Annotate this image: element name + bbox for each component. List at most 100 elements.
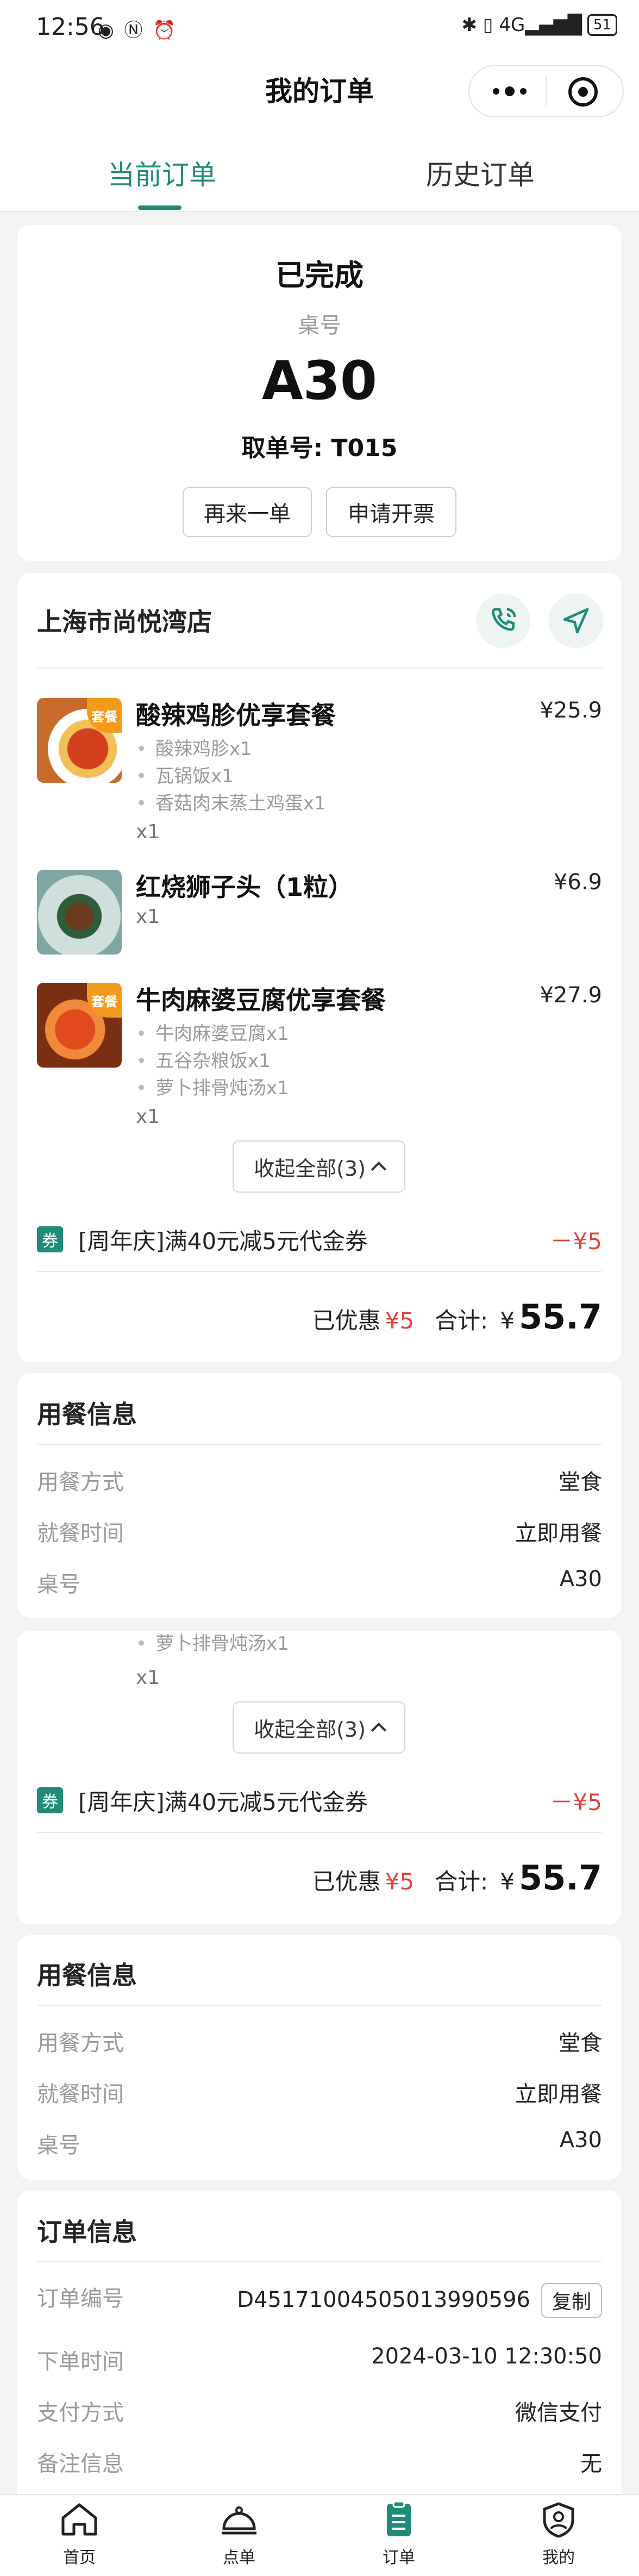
collapse-label: 收起全部(3) (254, 1156, 366, 1181)
dining-time-label: 就餐时间 (37, 2082, 124, 2107)
item-name: 牛肉麻婆豆腐优享套餐 (136, 986, 386, 1015)
dining-time-value: 立即用餐 (515, 1521, 602, 1546)
chevron-up-icon (371, 1722, 387, 1738)
order-number-label: 订单编号 (37, 2286, 124, 2311)
currency-symbol: ¥ (500, 1307, 515, 1334)
reorder-button[interactable]: 再来一单 (183, 487, 312, 537)
collapse-all-button[interactable]: 收起全部(3) (233, 1140, 405, 1193)
call-store-button[interactable] (476, 594, 530, 648)
item-image[interactable]: 套餐 (37, 983, 122, 1068)
active-tab-indicator (138, 205, 181, 210)
item-name: 红烧狮子头（1粒） (136, 872, 354, 902)
cloche-icon (222, 2506, 256, 2535)
coupon-icon: 券 (37, 1226, 63, 1252)
dining-info-title: 用餐信息 (37, 1961, 137, 1990)
dining-info-title: 用餐信息 (37, 1400, 137, 1429)
user-icon (543, 2502, 574, 2538)
dining-time-label: 就餐时间 (37, 1521, 124, 1546)
sub-item: 香菇肉末蒸土鸡蛋x1 (136, 788, 326, 815)
collapse-all-button[interactable]: 收起全部(3) (233, 1701, 405, 1754)
item-price: ¥25.9 (540, 698, 602, 723)
coupon-icon: 券 (37, 1787, 63, 1813)
table-label: 桌号 (37, 1572, 80, 1597)
tab-history-orders[interactable]: 历史订单 (426, 153, 535, 192)
item-name: 酸辣鸡胗优享套餐 (136, 701, 336, 730)
coupon-amount: －¥5 (550, 1228, 602, 1255)
dining-method-value: 堂食 (559, 2031, 602, 2056)
divider (37, 1832, 602, 1833)
currency-symbol: ¥ (500, 1868, 515, 1895)
dining-time-value: 立即用餐 (515, 2082, 602, 2107)
remark-label: 备注信息 (37, 2452, 124, 2477)
total-label: 合计: (435, 1868, 488, 1895)
invoice-button[interactable]: 申请开票 (326, 487, 456, 537)
status-icons-left: ◉ Ⓝ ⏰ (98, 20, 178, 41)
item-quantity: x1 (136, 821, 160, 843)
coupon-name: [周年庆]满40元减5元代金券 (78, 1789, 368, 1816)
sub-item: 萝卜排骨炖汤x1 (136, 1073, 289, 1100)
navigate-store-button[interactable] (549, 594, 603, 648)
close-miniprogram-icon[interactable] (568, 77, 598, 107)
order-time-value: 2024-03-10 12:30:50 (371, 2344, 602, 2369)
dining-method-value: 堂食 (559, 1470, 602, 1495)
dining-method-label: 用餐方式 (37, 1470, 124, 1495)
item-price: ¥6.9 (553, 870, 602, 895)
total-amount: 55.7 (519, 1858, 602, 1898)
table-value: A30 (559, 2128, 602, 2153)
total-amount: 55.7 (519, 1297, 602, 1337)
bottom-tab-label: 我的 (542, 2548, 575, 2567)
discount-amount: ¥5 (385, 1868, 415, 1895)
table-number: A30 (261, 350, 378, 412)
table-value: A30 (559, 1567, 602, 1592)
navigation-arrow-icon (563, 608, 589, 634)
sub-item: 酸辣鸡胗x1 (136, 734, 252, 760)
sub-item: 瓦锅饭x1 (136, 761, 234, 788)
item-quantity: x1 (136, 1667, 160, 1689)
chevron-up-icon (371, 1161, 387, 1177)
order-list-icon (387, 2500, 411, 2536)
bottom-tab-label: 订单 (383, 2548, 415, 2567)
bottom-tab-profile[interactable]: 我的 (510, 2500, 607, 2568)
order-tabs (0, 130, 639, 212)
capsule-divider (546, 76, 547, 105)
combo-badge: 套餐 (87, 698, 122, 733)
item-image[interactable] (37, 870, 122, 955)
collapse-label: 收起全部(3) (254, 1717, 366, 1742)
discount-label: 已优惠 (312, 1307, 381, 1334)
store-name: 上海市尚悦湾店 (37, 607, 212, 637)
table-label: 桌号 (37, 2133, 80, 2158)
bottom-tab-label: 首页 (63, 2548, 96, 2567)
signal-icons: ✱ ▯ 4G▂▄▆█ (461, 14, 582, 36)
order-status: 已完成 (275, 258, 364, 292)
order-info-title: 订单信息 (37, 2217, 137, 2247)
total-label: 合计: (435, 1307, 488, 1334)
home-icon (61, 2503, 97, 2536)
tab-current-orders[interactable]: 当前订单 (108, 153, 216, 192)
bottom-tab-home[interactable]: 首页 (30, 2500, 128, 2568)
discount-amount: ¥5 (385, 1307, 415, 1334)
item-quantity: x1 (136, 906, 160, 928)
divider (37, 1271, 602, 1272)
payment-method-value: 微信支付 (515, 2400, 602, 2425)
divider (37, 1444, 602, 1445)
item-image[interactable]: 套餐 (37, 698, 122, 783)
phone-icon (491, 608, 516, 631)
dining-method-label: 用餐方式 (37, 2031, 124, 2056)
divider (37, 668, 602, 669)
sub-item: 五谷杂粮饭x1 (136, 1046, 271, 1072)
discount-label: 已优惠 (312, 1868, 381, 1895)
battery-icon: 51 (587, 14, 617, 36)
status-icons-right: ✱ ▯ 4G▂▄▆█ 51 (462, 14, 617, 36)
coupon-name: [周年庆]满40元减5元代金券 (78, 1228, 368, 1255)
bottom-tab-orders[interactable]: 订单 (350, 2500, 448, 2568)
divider (37, 2261, 602, 2262)
divider (37, 2005, 602, 2006)
more-icon[interactable] (484, 70, 536, 113)
pickup-number: 取单号: T015 (241, 434, 398, 462)
order-number-value: D45171004505013990596 (237, 2287, 530, 2312)
item-price: ¥27.9 (540, 983, 602, 1008)
copy-order-number-button[interactable]: 复制 (541, 2283, 602, 2318)
bottom-tab-order-food[interactable]: 点单 (190, 2500, 288, 2568)
combo-badge: 套餐 (87, 983, 122, 1018)
order-summary: 已优惠 ¥5 合计: ¥ 55.7 (312, 1297, 602, 1337)
